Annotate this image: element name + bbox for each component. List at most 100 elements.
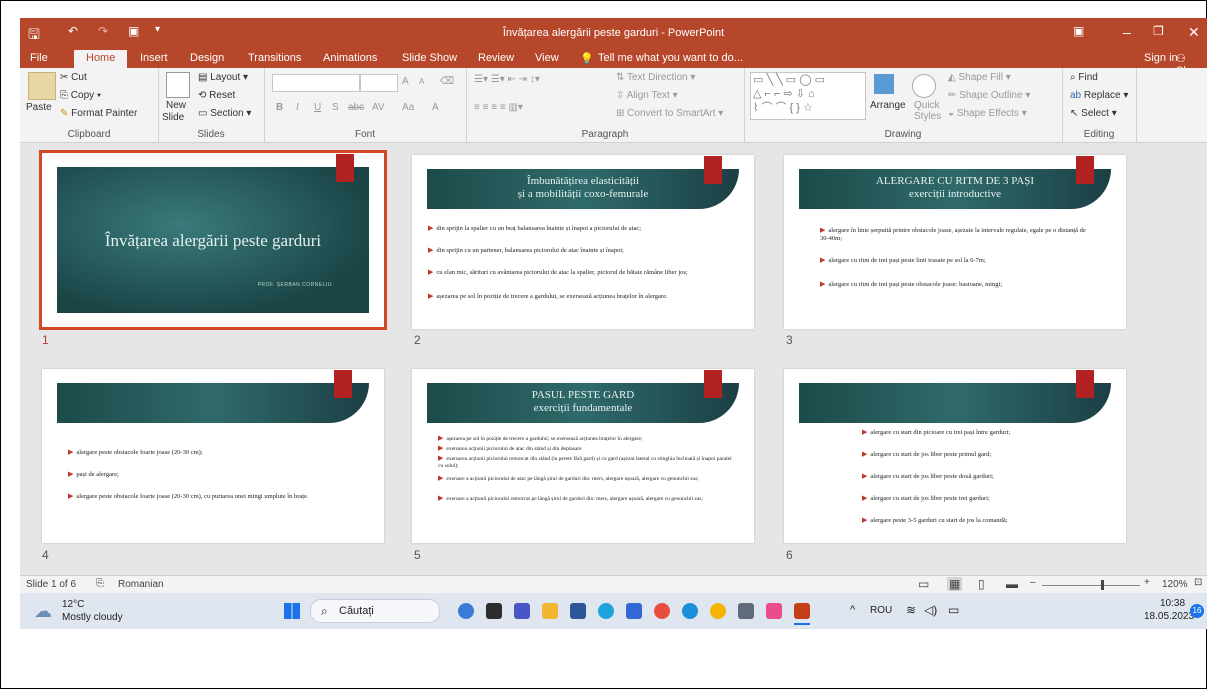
shape-outline-button[interactable]: ✏ Shape Outline ▾ — [948, 90, 1030, 101]
zoom-level[interactable]: 120% — [1162, 579, 1188, 590]
chrome-icon[interactable] — [710, 603, 726, 619]
slide-sorter-icon[interactable]: ▦ — [947, 577, 963, 591]
slide-show-icon[interactable]: ▬ — [1006, 577, 1018, 591]
character-spacing-button[interactable]: AV — [372, 102, 385, 113]
slide-thumbnail-1[interactable]: Învățarea alergării peste garduri PROF. … — [39, 150, 387, 330]
find-button[interactable]: ⌕ Find — [1070, 72, 1098, 83]
section-button[interactable]: ▭ Section ▾ — [198, 108, 251, 119]
edge-icon[interactable] — [682, 603, 698, 619]
replace-button[interactable]: ab Replace ▾ — [1070, 90, 1128, 101]
tab-review[interactable]: Review — [478, 52, 514, 64]
minimize-icon[interactable]: – — [1123, 24, 1131, 40]
grow-font-button[interactable]: A — [402, 76, 409, 87]
zoom-slider-thumb[interactable] — [1100, 580, 1104, 590]
italic-button[interactable]: I — [296, 102, 299, 113]
bold-button[interactable]: B — [276, 102, 283, 113]
select-button[interactable]: ↖ Select ▾ — [1070, 108, 1117, 119]
tab-slide-show[interactable]: Slide Show — [402, 52, 457, 64]
arrange-button[interactable]: Arrange — [870, 100, 906, 111]
new-slide-button-line2[interactable]: Slide — [162, 112, 184, 123]
tab-view[interactable]: View — [535, 52, 559, 64]
tab-insert[interactable]: Insert — [140, 52, 168, 64]
arrange-icon[interactable] — [874, 74, 894, 94]
language-indicator[interactable]: Romanian — [118, 579, 164, 590]
font-name-box[interactable] — [272, 74, 360, 92]
close-icon[interactable]: ✕ — [1188, 24, 1200, 41]
teams-chat-icon[interactable] — [514, 603, 530, 619]
powerpoint-icon[interactable] — [794, 603, 810, 619]
sign-in-link[interactable]: Sign in — [1144, 52, 1178, 64]
quick-styles-line2[interactable]: Styles — [914, 111, 941, 122]
underline-button[interactable]: U — [314, 102, 321, 113]
shape-fill-button[interactable]: ◭ Shape Fill ▾ — [948, 72, 1011, 83]
bullets-icon[interactable]: ☰▾ ☰▾ ⇤ ⇥ ↕▾ — [474, 74, 540, 85]
app-circle-icon[interactable] — [598, 603, 614, 619]
ribbon-display-options-icon[interactable]: ▣ — [1073, 24, 1084, 38]
slide-thumbnail-4[interactable]: ▶ alergare peste obstacole foarte joase (… — [42, 369, 384, 543]
tab-transitions[interactable]: Transitions — [248, 52, 301, 64]
slide-thumbnail-5[interactable]: PASUL PESTE GARD exerciții fundamentale ▶… — [412, 369, 754, 543]
convert-smartart-button[interactable]: ⊞ Convert to SmartArt ▾ — [616, 108, 723, 119]
slide-thumbnail-2[interactable]: Îmbunătățirea elasticității și a mobilită… — [412, 155, 754, 329]
tab-animations[interactable]: Animations — [323, 52, 377, 64]
spellcheck-icon[interactable]: ⎘ — [96, 578, 104, 589]
zoom-app-icon[interactable] — [626, 603, 642, 619]
paste-button[interactable]: Paste — [26, 102, 52, 113]
word-icon[interactable] — [570, 603, 586, 619]
shape-effects-button[interactable]: ◒ Shape Effects ▾ — [948, 108, 1027, 119]
clear-formatting-icon[interactable]: ⌫ — [440, 76, 454, 87]
format-painter-button[interactable]: ✎ Format Painter — [60, 108, 137, 119]
weather-desc[interactable]: Mostly cloudy — [62, 612, 123, 623]
tab-home[interactable]: Home — [74, 50, 128, 68]
tray-chevron-icon[interactable]: ^ — [850, 604, 855, 616]
text-direction-button[interactable]: ⇅ Text Direction ▾ — [616, 72, 695, 83]
clock-time[interactable]: 10:38 — [1160, 598, 1185, 609]
cut-button[interactable]: ✂ Cut — [60, 72, 87, 83]
copy-button[interactable]: ⎘ Copy ▾ — [60, 90, 101, 101]
opera-icon[interactable] — [654, 603, 670, 619]
clock-date[interactable]: 18.05.2023 — [1144, 611, 1194, 622]
zoom-out-button[interactable]: – — [1030, 577, 1036, 588]
shadow-button[interactable]: S — [332, 102, 339, 113]
paste-icon[interactable] — [28, 72, 56, 100]
tab-design[interactable]: Design — [190, 52, 224, 64]
change-case-button[interactable]: Aa — [402, 102, 414, 113]
reading-view-icon[interactable]: ▯ — [978, 577, 985, 591]
camera-icon[interactable] — [738, 603, 754, 619]
new-slide-button-line1[interactable]: New — [166, 100, 186, 111]
zoom-slider[interactable] — [1042, 585, 1140, 586]
tell-me-box[interactable]: Tell me what you want to do... — [598, 52, 743, 64]
slide-thumbnail-6[interactable]: ▶ alergare cu start din picioare cu trei … — [784, 369, 1126, 543]
tab-file[interactable]: File — [30, 52, 48, 64]
maximize-icon[interactable]: ❐ — [1153, 24, 1164, 38]
shapes-gallery[interactable]: ▭ ╲ ╲ ▭ ◯ ▭ △ ⌐ ⌐ ⇨ ⇩ ⌂ ⌇ ⌒ ⌒ { } ☆ — [750, 72, 866, 120]
task-view-icon[interactable] — [486, 603, 502, 619]
fit-slide-icon[interactable]: ⊡ — [1194, 577, 1202, 588]
shrink-font-button[interactable]: A — [419, 77, 424, 86]
volume-icon[interactable]: ◁) — [924, 603, 937, 617]
quick-styles-line1[interactable]: Quick — [914, 100, 940, 111]
slide-thumbnail-3[interactable]: ALERGARE CU RITM DE 3 PAȘI exerciții intr… — [784, 155, 1126, 329]
alignment-icons[interactable]: ≡ ≡ ≡ ≡ ▥▾ — [474, 102, 523, 113]
strikethrough-button[interactable]: abc — [348, 102, 364, 113]
file-explorer-icon[interactable] — [542, 603, 558, 619]
weather-temp[interactable]: 12°C — [62, 599, 84, 610]
battery-icon[interactable]: ▭ — [948, 603, 959, 617]
quick-styles-icon[interactable] — [912, 74, 936, 98]
new-slide-icon[interactable] — [166, 72, 190, 98]
paint-icon[interactable] — [766, 603, 782, 619]
keyboard-language[interactable]: ROU — [870, 605, 892, 616]
reset-button[interactable]: ⟲ Reset — [198, 90, 235, 101]
wifi-icon[interactable]: ≋ — [906, 603, 916, 617]
windows-start-icon[interactable] — [284, 603, 300, 619]
bing-icon[interactable] — [458, 603, 474, 619]
layout-button[interactable]: ▤ Layout ▾ — [198, 72, 248, 83]
align-text-button[interactable]: ⇳ Align Text ▾ — [616, 90, 678, 101]
taskbar-search-box[interactable]: ⌕ Căutați — [310, 599, 440, 623]
notification-badge[interactable]: 16 — [1190, 604, 1204, 618]
slide-number-3: 3 — [786, 333, 793, 347]
font-size-box[interactable] — [360, 74, 398, 92]
font-color-button[interactable]: A — [432, 102, 439, 113]
zoom-in-button[interactable]: + — [1144, 577, 1150, 588]
normal-view-icon[interactable]: ▭ — [918, 577, 929, 591]
